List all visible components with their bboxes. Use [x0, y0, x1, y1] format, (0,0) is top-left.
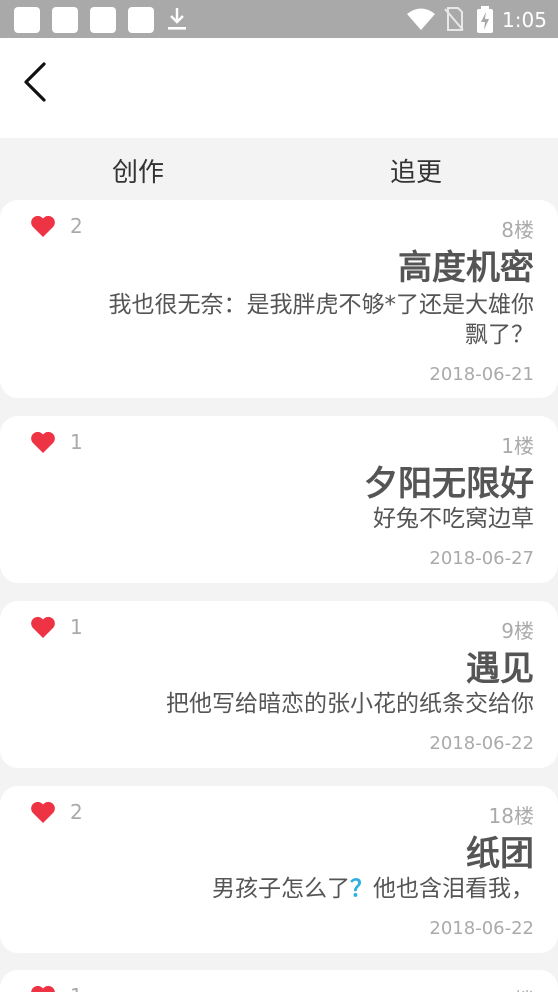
- download-icon: [168, 8, 186, 30]
- notification-square-icon: [52, 7, 78, 33]
- like-count: 2: [70, 214, 83, 238]
- notification-square-icon: [90, 7, 116, 33]
- question-mark-emoji: ？: [350, 876, 373, 902]
- notification-square-icon: [128, 7, 154, 33]
- app-bar: [0, 38, 558, 138]
- post-card[interactable]: 1 1楼 夕阳无限好 好兔不吃窝边草 2018-06-27: [0, 416, 558, 583]
- tab-bar: 创作 追更: [0, 138, 558, 198]
- chevron-left-icon[interactable]: [18, 60, 54, 104]
- post-date: 2018-06-22: [429, 733, 534, 754]
- floor-number: 8楼: [501, 218, 534, 242]
- floor-number: 1楼: [501, 984, 534, 992]
- heart-icon[interactable]: [30, 214, 56, 238]
- post-card[interactable]: 2 18楼 纸团 男孩子怎么了？他也含泪看我， 2018-06-22: [0, 786, 558, 953]
- post-body: 我也很无奈：是我胖虎不够*了还是大雄你 飘了？: [109, 290, 535, 350]
- floor-number: 1楼: [501, 434, 534, 458]
- tab-create[interactable]: 创作: [112, 152, 164, 189]
- post-body: 男孩子怎么了？他也含泪看我，: [212, 874, 534, 904]
- post-date: 2018-06-27: [429, 548, 534, 569]
- tab-follow-updates[interactable]: 追更: [390, 152, 442, 189]
- post-card[interactable]: 2 8楼 高度机密 我也很无奈：是我胖虎不够*了还是大雄你 飘了？ 2018-0…: [0, 200, 558, 398]
- floor-number: 18楼: [488, 804, 534, 828]
- like-count: 1: [70, 430, 83, 454]
- post-body-line: 飘了？: [465, 322, 534, 348]
- post-title: 纸团: [466, 834, 534, 874]
- post-title: 夕阳无限好: [364, 464, 534, 504]
- heart-icon[interactable]: [30, 984, 56, 992]
- status-bar: 1:05: [0, 0, 558, 38]
- post-date: 2018-06-22: [429, 918, 534, 939]
- status-time: 1:05: [502, 8, 547, 32]
- post-body-line: 我也很无奈：是我胖虎不够*了还是大雄你: [108, 292, 535, 318]
- post-title: 高度机密: [398, 248, 534, 288]
- post-body-text: 男孩子怎么了: [212, 876, 350, 902]
- post-card[interactable]: 1 1楼: [0, 970, 558, 992]
- heart-icon[interactable]: [30, 430, 56, 454]
- post-date: 2018-06-21: [429, 364, 534, 385]
- floor-number: 9楼: [501, 619, 534, 643]
- heart-icon[interactable]: [30, 615, 56, 639]
- no-sim-icon: [444, 7, 464, 31]
- notification-square-icon: [14, 7, 40, 33]
- like-count: 2: [70, 800, 83, 824]
- like-count: 1: [70, 615, 83, 639]
- post-title: 遇见: [466, 649, 534, 689]
- post-card[interactable]: 1 9楼 遇见 把他写给暗恋的张小花的纸条交给你 2018-06-22: [0, 601, 558, 768]
- heart-icon[interactable]: [30, 800, 56, 824]
- battery-charging-icon: [477, 6, 493, 33]
- wifi-icon: [407, 8, 435, 30]
- post-body: 好兔不吃窝边草: [373, 506, 534, 532]
- like-count: 1: [70, 984, 83, 992]
- post-body: 把他写给暗恋的张小花的纸条交给你: [166, 691, 534, 717]
- post-body-text: 他也含泪看我，: [373, 876, 534, 902]
